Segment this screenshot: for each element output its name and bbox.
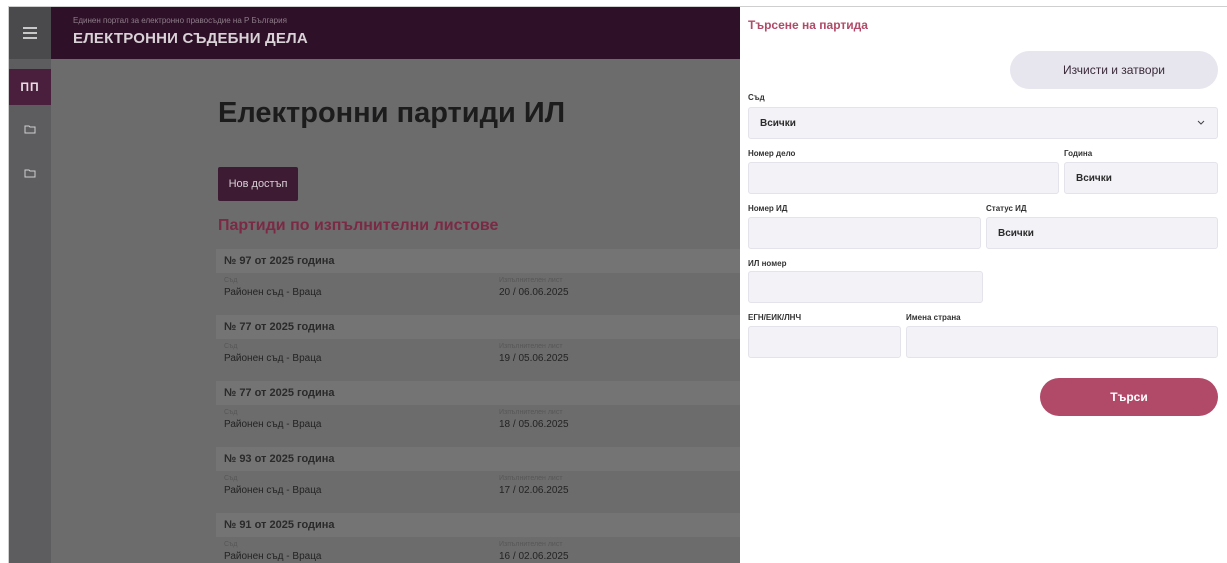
court-label: Съд [224,409,238,416]
court-value: Районен съд - Враца [224,485,322,496]
case-number-label: Номер дело [748,149,796,158]
clear-and-close-button[interactable]: Изчисти и затвори [1010,51,1218,89]
party-names-label: Имена страна [906,313,961,322]
writ-label: Изпълнителен лист [499,277,563,284]
rail-item-folder-1[interactable] [9,115,51,143]
new-access-button[interactable]: Нов достъп [218,167,298,201]
il-number-input[interactable] [748,271,983,303]
court-value: Районен съд - Враца [224,419,322,430]
app-title[interactable]: ЕЛЕКТРОННИ СЪДЕБНИ ДЕЛА [73,30,308,47]
id-number-label: Номер ИД [748,204,788,213]
search-button[interactable]: Търси [1040,378,1218,416]
page-title: Електронни партиди ИЛ [218,97,566,129]
case-title[interactable]: № 77 от 2025 година [216,381,740,405]
list-item[interactable]: № 93 от 2025 година Съд Районен съд - Вр… [216,447,740,513]
writ-label: Изпълнителен лист [499,541,563,548]
rail-item-folder-2[interactable] [9,159,51,187]
case-title[interactable]: № 93 от 2025 година [216,447,740,471]
section-title: Партиди по изпълнителни листове [218,217,499,234]
list-item[interactable]: № 97 от 2025 година Съд Районен съд - Вр… [216,249,740,315]
chevron-down-icon [1197,120,1205,125]
id-status-value: Всички [998,227,1034,239]
folder-icon [24,125,36,134]
panel-title: Търсене на партида [748,18,868,32]
court-field-label: Съд [748,93,765,102]
id-status-select[interactable]: Всички [986,217,1218,249]
writ-value: 16 / 02.06.2025 [499,551,569,562]
court-value: Районен съд - Враца [224,353,322,364]
list-item[interactable]: № 77 от 2025 година Съд Районен съд - Вр… [216,381,740,447]
court-label: Съд [224,475,238,482]
court-label: Съд [224,343,238,350]
top-header: Единен портал за електронно правосъдие н… [51,7,740,59]
writ-value: 19 / 05.06.2025 [499,353,569,364]
app-window: ПП Единен портал за електронно правосъди… [8,6,1227,563]
year-select[interactable]: Всички [1064,162,1218,194]
year-select-value: Всички [1076,172,1112,184]
folder-icon [24,169,36,178]
writ-label: Изпълнителен лист [499,343,563,350]
court-select-value: Всички [760,117,796,129]
egn-input[interactable] [748,326,901,358]
case-title[interactable]: № 91 от 2025 година [216,513,740,537]
writ-value: 20 / 06.06.2025 [499,287,569,298]
writ-label: Изпълнителен лист [499,409,563,416]
court-value: Районен съд - Враца [224,287,322,298]
court-value: Районен съд - Враца [224,551,322,562]
hamburger-menu-button[interactable] [9,7,51,59]
main-content: Електронни партиди ИЛ Нов достъп Партиди… [51,59,740,563]
court-label: Съд [224,541,238,548]
id-number-input[interactable] [748,217,981,249]
case-number-input[interactable] [748,162,1059,194]
court-label: Съд [224,277,238,284]
case-title[interactable]: № 97 от 2025 година [216,249,740,273]
list-item[interactable]: № 77 от 2025 година Съд Районен съд - Вр… [216,315,740,381]
court-select[interactable]: Всички [748,107,1218,139]
search-panel: Търсене на партида Изчисти и затвори Съд… [740,7,1227,563]
writ-value: 17 / 02.06.2025 [499,485,569,496]
hamburger-icon [23,32,37,34]
list-item[interactable]: № 91 от 2025 година Съд Районен съд - Вр… [216,513,740,563]
il-number-label: ИЛ номер [748,259,787,268]
case-list: № 97 от 2025 година Съд Районен съд - Вр… [216,249,740,563]
rail-item-pp[interactable]: ПП [9,69,51,105]
left-rail: ПП [9,7,51,563]
egn-label: ЕГН/ЕИК/ЛНЧ [748,313,802,322]
case-title[interactable]: № 77 от 2025 година [216,315,740,339]
party-names-input[interactable] [906,326,1218,358]
portal-subtitle: Единен портал за електронно правосъдие н… [73,16,287,25]
year-label: Година [1064,149,1093,158]
id-status-label: Статус ИД [986,204,1027,213]
writ-label: Изпълнителен лист [499,475,563,482]
writ-value: 18 / 05.06.2025 [499,419,569,430]
